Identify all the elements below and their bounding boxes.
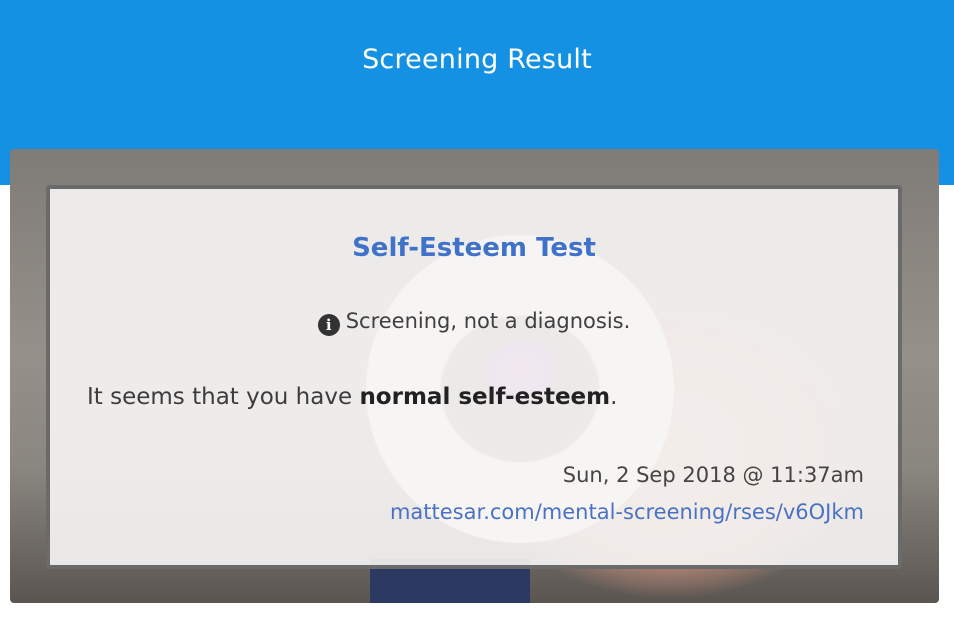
page-title: Screening Result <box>362 44 592 75</box>
result-timestamp: Sun, 2 Sep 2018 @ 11:37am <box>562 463 864 487</box>
result-suffix: . <box>610 384 618 410</box>
result-card: Self-Esteem Test i Screening, not a diagn… <box>46 185 902 569</box>
result-text: It seems that you have normal self-estee… <box>87 382 867 412</box>
disclaimer: i Screening, not a diagnosis. <box>50 307 898 336</box>
info-circle-icon: i <box>317 314 340 336</box>
disclaimer-text: Screening, not a diagnosis. <box>345 309 631 333</box>
test-title: Self-Esteem Test <box>352 233 596 263</box>
result-share-link[interactable]: mattesar.com/mental-screening/rses/v6OJk… <box>390 498 864 526</box>
result-prefix: It seems that you have <box>87 384 360 410</box>
result-emphasis: normal self-esteem <box>359 384 611 410</box>
